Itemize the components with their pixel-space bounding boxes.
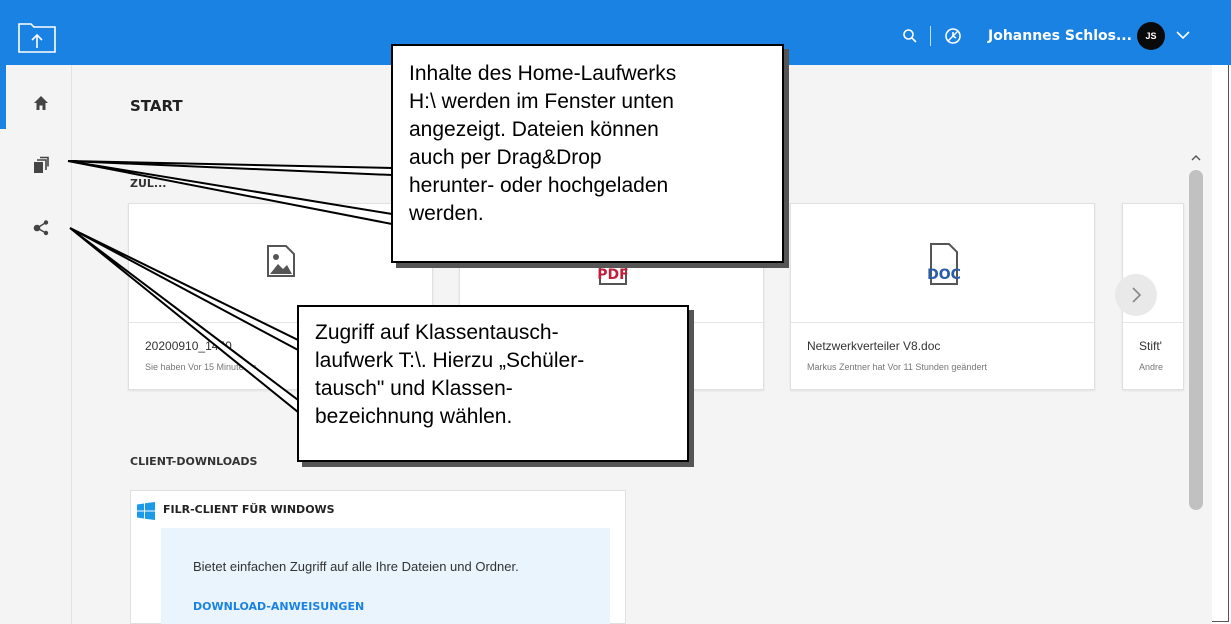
callout-line: herunter- oder hochgeladen — [409, 174, 669, 197]
home-icon[interactable] — [32, 94, 50, 112]
callout-line: tausch" und Klassen- — [315, 377, 513, 400]
recent-file-card[interactable]: DOC Netzwerkverteiler V8.doc Markus Zent… — [790, 203, 1095, 390]
file-meta: Sie haben Vor 15 Minuten g — [145, 362, 257, 372]
sidebar — [0, 65, 72, 624]
callout-line: H:\ werden im Fenster unten — [409, 90, 674, 113]
avatar[interactable]: JS — [1137, 22, 1165, 50]
file-name: Stift' — [1139, 339, 1162, 353]
doc-icon: DOC — [927, 243, 961, 285]
user-name[interactable]: Johannes Schlos... — [988, 28, 1132, 44]
sidebar-active-indicator — [0, 65, 6, 129]
recent-section-label: ZUL... — [130, 177, 167, 190]
callout-line: werden. — [409, 202, 484, 225]
download-instructions-link[interactable]: DOWNLOAD-ANWEISUNGEN — [193, 600, 364, 613]
chevron-right-icon — [1132, 287, 1142, 303]
callout-line: auch per Drag&Drop — [409, 146, 602, 169]
file-meta: Markus Zentner hat Vor 11 Stunden geände… — [807, 362, 987, 372]
doc-badge: DOC — [927, 267, 961, 283]
callout-class-drive: Zugriff auf Klassentausch- laufwerk T:\.… — [297, 305, 689, 462]
page-title: START — [130, 97, 183, 115]
scrollbar-thumb[interactable] — [1189, 170, 1203, 510]
windows-icon — [137, 502, 155, 520]
recent-activity-icon[interactable] — [944, 27, 962, 45]
carousel-next-button[interactable] — [1115, 274, 1157, 316]
pdf-badge: PDF — [597, 267, 628, 283]
callout-line: bezeichnung wählen. — [315, 405, 513, 428]
callout-line: angezeigt. Dateien können — [409, 118, 659, 141]
file-meta: Andre — [1139, 362, 1164, 372]
callout-line: Inhalte des Home-Laufwerks — [409, 62, 677, 85]
header-divider — [930, 26, 931, 46]
client-title: FILR-CLIENT FÜR WINDOWS — [163, 503, 335, 516]
file-preview: DOC — [791, 204, 1094, 323]
search-icon[interactable] — [902, 28, 918, 44]
file-name: 20200910_1450 — [145, 339, 232, 353]
callout-line: Zugriff auf Klassentausch- — [315, 321, 559, 344]
file-name: Netzwerkverteiler V8.doc — [807, 339, 941, 353]
client-description: Bietet einfachen Zugriff auf alle Ihre D… — [193, 559, 519, 574]
callout-home-drive: Inhalte des Home-Laufwerks H:\ werden im… — [391, 44, 784, 263]
share-icon[interactable] — [32, 218, 50, 236]
chevron-down-icon[interactable] — [1176, 30, 1190, 40]
callout-line: laufwerk T:\. Hierzu „Schüler- — [315, 349, 585, 372]
filr-logo-icon[interactable] — [17, 20, 57, 54]
files-icon[interactable] — [32, 156, 50, 174]
image-icon — [267, 245, 295, 277]
scroll-up-icon[interactable] — [1191, 154, 1201, 162]
client-downloads-label: CLIENT-DOWNLOADS — [130, 455, 258, 468]
